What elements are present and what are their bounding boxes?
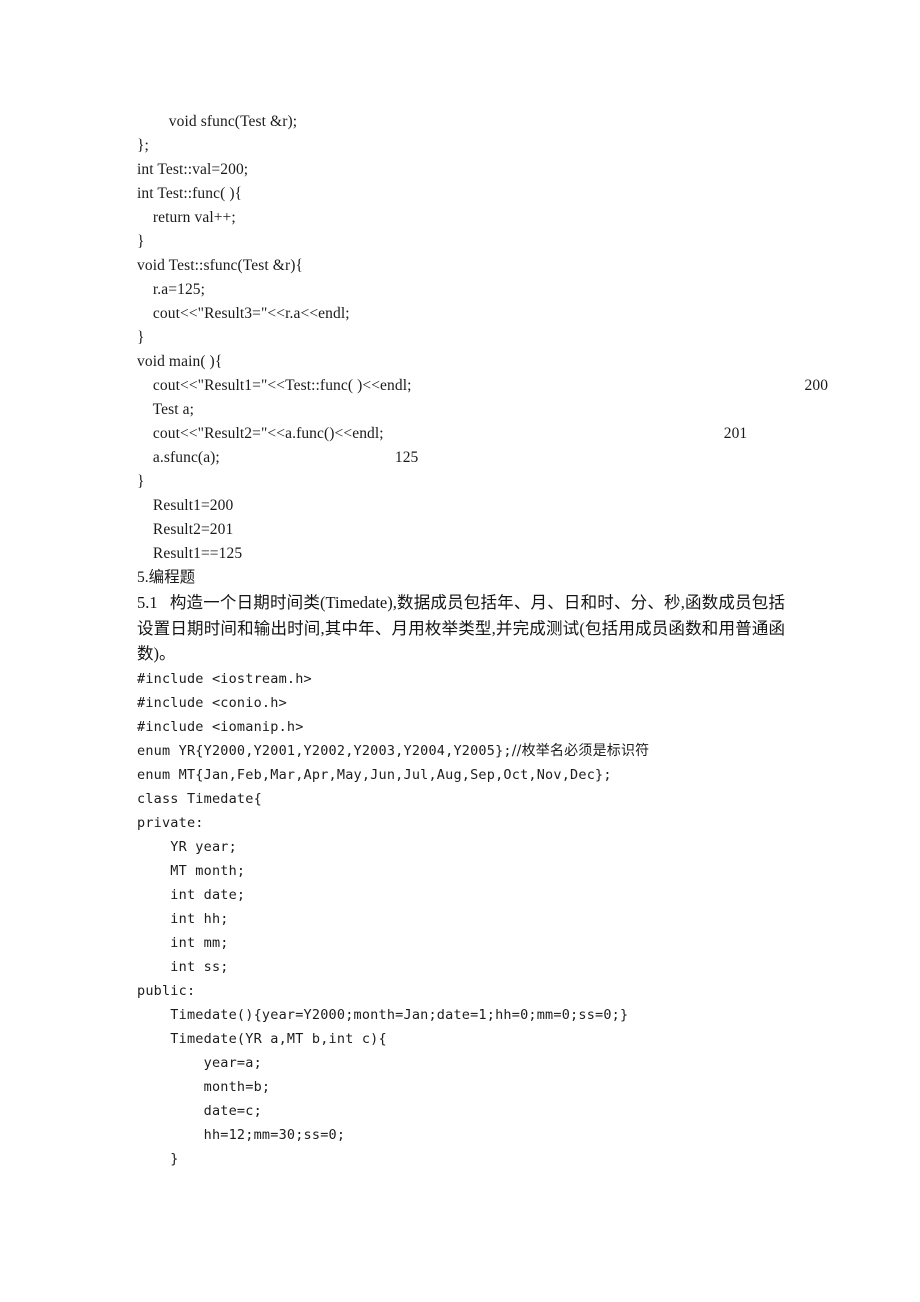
code-line-text: Result1==125 xyxy=(137,545,243,562)
mono-code-line-text: public: xyxy=(137,982,196,999)
mono-code-line: Timedate(YR a,MT b,int c){ xyxy=(137,1027,785,1051)
code-line-text: cout<<"Result1="<<Test::func( )<<endl; xyxy=(137,377,412,394)
output-annotation: 125 xyxy=(394,449,419,466)
output-annotation: 200 xyxy=(804,377,829,394)
document-page: void sfunc(Test &r);};int Test::val=200;… xyxy=(0,0,920,1302)
code-line: void main( ){ xyxy=(137,350,785,374)
mono-code-line-text: Timedate(){year=Y2000;month=Jan;date=1;h… xyxy=(137,1006,629,1023)
code-line: Result1==125 xyxy=(137,542,785,566)
mono-code-line: hh=12;mm=30;ss=0; xyxy=(137,1123,785,1147)
mono-code-line-text: private: xyxy=(137,814,204,831)
mono-code-line: public: xyxy=(137,979,785,1003)
mono-code-line-text: Timedate(YR a,MT b,int c){ xyxy=(137,1030,387,1047)
code-line: } xyxy=(137,470,785,494)
code-line: Test a; xyxy=(137,398,785,422)
mono-code-line-text: month=b; xyxy=(137,1078,271,1095)
code-line-text: int Test::val=200; xyxy=(137,161,249,178)
mono-code-line: int ss; xyxy=(137,955,785,979)
code-line-text: return val++; xyxy=(137,209,236,226)
mono-code-line-text: int hh; xyxy=(137,910,229,927)
mono-code-line-text: date=c; xyxy=(137,1102,262,1119)
mono-code-line-text: MT month; xyxy=(137,862,246,879)
mono-code-line: enum YR{Y2000,Y2001,Y2002,Y2003,Y2004,Y2… xyxy=(137,739,785,763)
code-line-text: int Test::func( ){ xyxy=(137,185,243,202)
code-line: cout<<"Result1="<<Test::func( )<<endl; 20… xyxy=(137,374,828,398)
mono-code-line-text: YR year; xyxy=(137,838,237,855)
code-line-text: a.sfunc(a); xyxy=(137,449,220,466)
mono-code-line-text: int mm; xyxy=(137,934,229,951)
code-line: } xyxy=(137,230,785,254)
code-line: r.a=125; xyxy=(137,278,785,302)
code-line-text: Test a; xyxy=(137,401,194,418)
mono-code-line: #include <iostream.h> xyxy=(137,667,785,691)
mono-code-line: year=a; xyxy=(137,1051,785,1075)
mono-code-line: YR year; xyxy=(137,835,785,859)
serif-code-block: void sfunc(Test &r);};int Test::val=200;… xyxy=(137,110,828,566)
mono-code-line-text: int date; xyxy=(137,886,246,903)
code-line-text: void main( ){ xyxy=(137,353,223,370)
mono-code-line-text: #include <iomanip.h> xyxy=(137,718,304,735)
code-line-text: void Test::sfunc(Test &r){ xyxy=(137,257,304,274)
code-line: Result2=201 xyxy=(137,518,785,542)
mono-code-comment: //枚举名必须是标识符 xyxy=(511,742,650,759)
mono-code-line: enum MT{Jan,Feb,Mar,Apr,May,Jun,Jul,Aug,… xyxy=(137,763,785,787)
code-line: void Test::sfunc(Test &r){ xyxy=(137,254,785,278)
code-line-text: cout<<"Result2="<<a.func()<<endl; xyxy=(137,425,384,442)
mono-code-line: int date; xyxy=(137,883,785,907)
mono-code-line: date=c; xyxy=(137,1099,785,1123)
mono-code-line: #include <iomanip.h> xyxy=(137,715,785,739)
question-body: 构造一个日期时间类(Timedate),数据成员包括年、月、日和时、分、秒,函数… xyxy=(137,593,785,663)
code-line: Result1=200 xyxy=(137,494,785,518)
mono-code-line-text: class Timedate{ xyxy=(137,790,262,807)
code-line: return val++; xyxy=(137,206,785,230)
mono-code-line: #include <conio.h> xyxy=(137,691,785,715)
mono-code-line-text: enum MT{Jan,Feb,Mar,Apr,May,Jun,Jul,Aug,… xyxy=(137,766,612,783)
output-annotation: 201 xyxy=(723,425,748,442)
mono-code-line: class Timedate{ xyxy=(137,787,785,811)
mono-code-line: Timedate(){year=Y2000;month=Jan;date=1;h… xyxy=(137,1003,785,1027)
code-line: a.sfunc(a); 125 xyxy=(137,446,785,470)
mono-code-line-text: hh=12;mm=30;ss=0; xyxy=(137,1126,346,1143)
mono-code-line: } xyxy=(137,1147,785,1171)
code-line-text: void sfunc(Test &r); xyxy=(137,113,298,130)
code-line-text: Result1=200 xyxy=(137,497,234,514)
code-line: } xyxy=(137,326,785,350)
mono-code-line-text: enum YR{Y2000,Y2001,Y2002,Y2003,Y2004,Y2… xyxy=(137,742,512,759)
question-number: 5.1 xyxy=(137,593,158,612)
mono-code-line-text: year=a; xyxy=(137,1054,262,1071)
mono-code-line-text: #include <conio.h> xyxy=(137,694,287,711)
code-line-text: }; xyxy=(137,137,149,154)
page-content: void sfunc(Test &r);};int Test::val=200;… xyxy=(137,110,828,1171)
code-line: void sfunc(Test &r); xyxy=(137,110,785,134)
mono-code-line: int mm; xyxy=(137,931,785,955)
code-line: int Test::func( ){ xyxy=(137,182,785,206)
mono-code-line-text: int ss; xyxy=(137,958,229,975)
section-heading: 5.编程题 xyxy=(137,569,196,586)
code-line: cout<<"Result3="<<r.a<<endl; xyxy=(137,302,785,326)
code-line: cout<<"Result2="<<a.func()<<endl; 201 xyxy=(137,422,785,446)
code-line-text: } xyxy=(137,329,145,346)
mono-code-line: MT month; xyxy=(137,859,785,883)
mono-code-line-text: } xyxy=(137,1150,179,1167)
mono-code-block: #include <iostream.h> #include <conio.h> #… xyxy=(137,667,785,1171)
question-paragraph: 5.1 构造一个日期时间类(Timedate),数据成员包括年、月、日和时、分、秒… xyxy=(137,590,785,667)
mono-code-line-text: #include <iostream.h> xyxy=(137,670,312,687)
code-line: }; xyxy=(137,134,785,158)
mono-code-line: month=b; xyxy=(137,1075,785,1099)
code-line-text: } xyxy=(137,233,145,250)
mono-code-line: private: xyxy=(137,811,785,835)
code-line-text: } xyxy=(137,473,145,490)
code-line-text: cout<<"Result3="<<r.a<<endl; xyxy=(137,305,350,322)
code-line-text: r.a=125; xyxy=(137,281,206,298)
code-line-text: Result2=201 xyxy=(137,521,234,538)
code-line: int Test::val=200; xyxy=(137,158,785,182)
mono-code-line: int hh; xyxy=(137,907,785,931)
